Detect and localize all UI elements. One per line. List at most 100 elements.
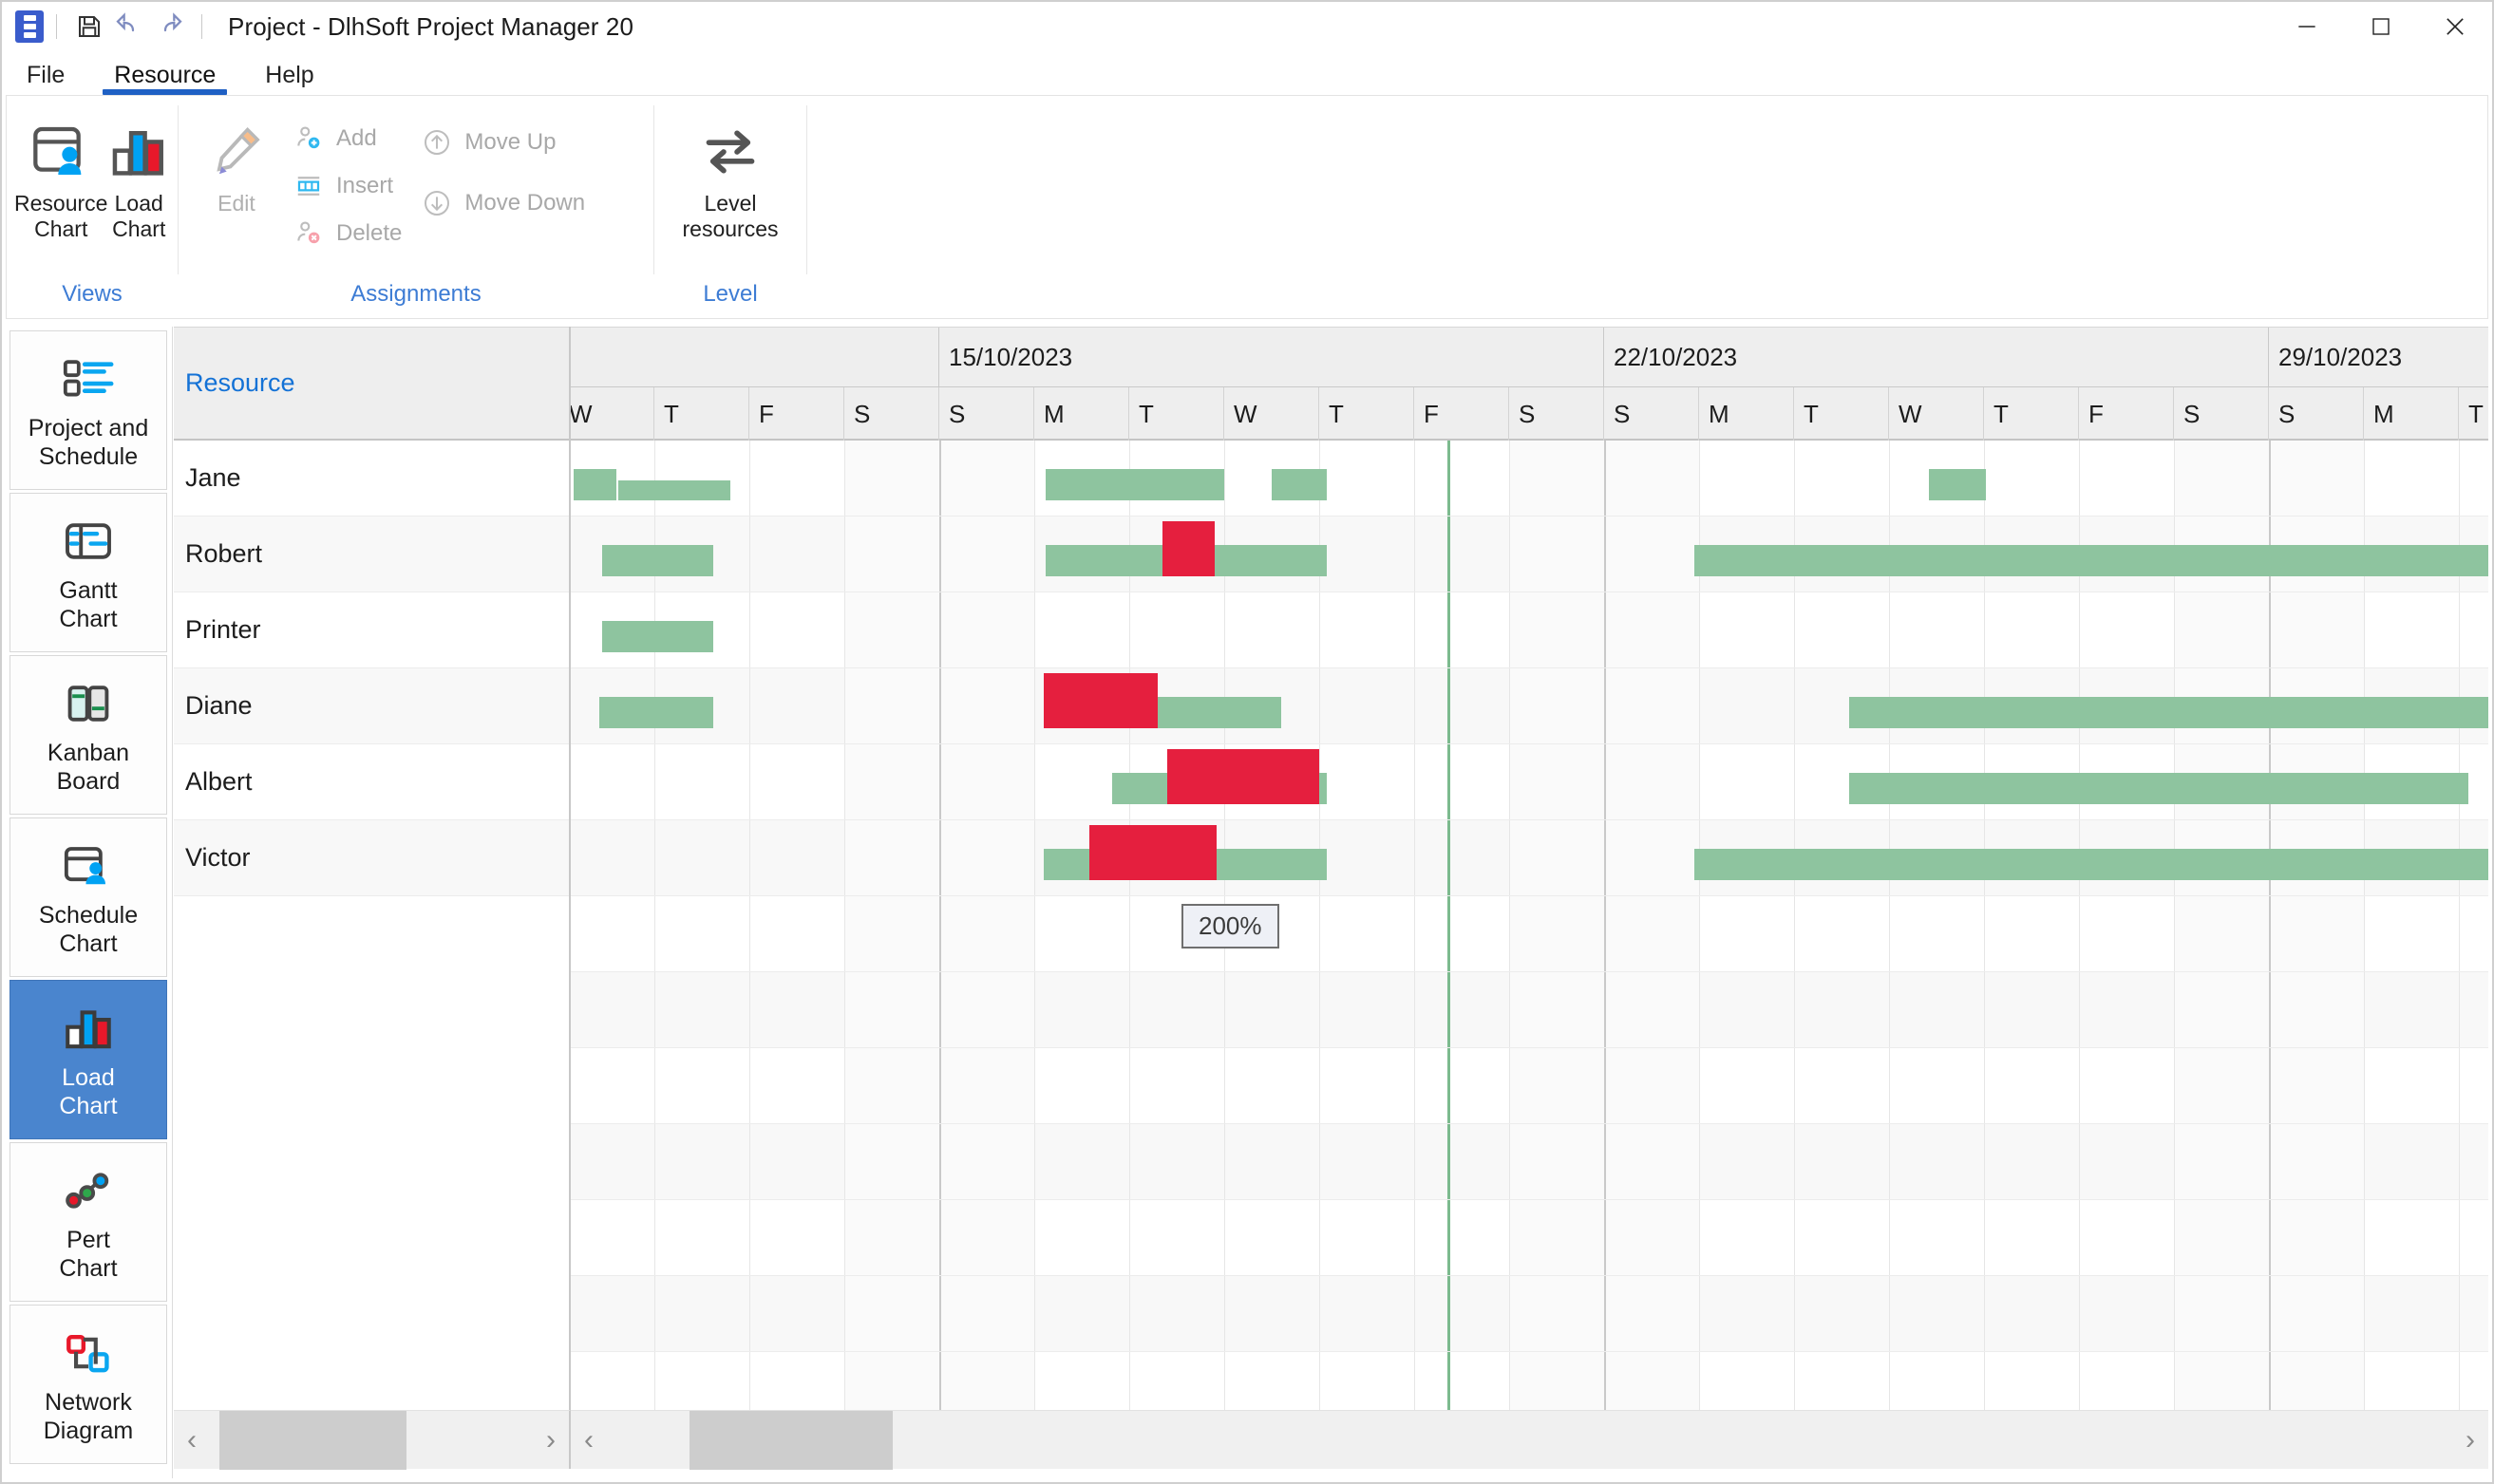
tab-file[interactable]: File [2, 55, 89, 95]
load-bar[interactable] [1272, 469, 1327, 500]
scroll-left-arrow-icon[interactable]: ‹ [571, 1411, 607, 1470]
scroll-right-arrow-icon[interactable]: › [2452, 1411, 2488, 1470]
load-bar[interactable] [1217, 849, 1327, 880]
load-bar[interactable] [1044, 849, 1089, 880]
move-up-button[interactable]: Move Up [415, 124, 598, 160]
resource-name-cell[interactable]: Victor [174, 820, 569, 896]
grid-line [1604, 896, 1606, 971]
sidebar-item-schedule-chart[interactable]: Schedule Chart [9, 817, 167, 977]
sidebar-item-gantt-chart[interactable]: Gantt Chart [9, 493, 167, 652]
name-panel-scrollbar[interactable]: ‹ › [174, 1410, 571, 1470]
weekend-shading [2269, 1200, 2364, 1275]
grid-line [1414, 744, 1415, 819]
resource-name-cell[interactable]: Albert [174, 744, 569, 820]
grid-line [1129, 1352, 1130, 1410]
weekend-shading [2269, 592, 2364, 667]
load-bar[interactable] [1046, 545, 1162, 576]
timeline-scrollbar[interactable]: ‹ › [571, 1410, 2488, 1470]
sidebar-item-network-diagram[interactable]: Network Diagram [9, 1305, 167, 1464]
undo-icon[interactable] [109, 7, 149, 47]
load-bar[interactable] [574, 469, 616, 500]
grid-line [1034, 972, 1035, 1047]
weekend-shading [939, 972, 1034, 1047]
timeline-row-empty [571, 972, 2488, 1048]
grid-line [1509, 1124, 1510, 1199]
load-bar[interactable] [1694, 849, 2488, 880]
load-bar[interactable] [1694, 545, 2488, 576]
grid-line [654, 1352, 655, 1410]
weekend-shading [844, 668, 939, 743]
scroll-left-arrow-icon[interactable]: ‹ [174, 1411, 210, 1470]
resource-name-cell[interactable]: Printer [174, 592, 569, 668]
weekend-shading [939, 1276, 1034, 1351]
load-bar[interactable] [1167, 749, 1319, 804]
scroll-thumb[interactable] [219, 1410, 407, 1470]
scroll-thumb[interactable] [690, 1410, 894, 1470]
tab-resource[interactable]: Resource [89, 55, 240, 95]
sidebar-item-project-and-schedule[interactable]: Project and Schedule [9, 330, 167, 490]
maximize-button[interactable] [2344, 2, 2418, 51]
delete-button[interactable]: Delete [287, 216, 415, 252]
load-bar[interactable] [618, 480, 730, 500]
grid-line [1604, 517, 1606, 592]
level-resources-button[interactable]: Level resources [662, 107, 799, 242]
tab-help[interactable]: Help [240, 55, 338, 95]
load-bar[interactable] [599, 697, 713, 728]
load-bar[interactable] [1849, 697, 2488, 728]
add-button[interactable]: Add [287, 121, 415, 157]
load-bar[interactable] [1158, 697, 1281, 728]
resource-chart-button[interactable]: Resource Chart [14, 107, 107, 242]
save-icon[interactable] [69, 7, 109, 47]
resource-column-header[interactable]: Resource [174, 327, 569, 441]
load-bar[interactable] [1162, 521, 1215, 576]
grid-line [2174, 441, 2175, 516]
scroll-track[interactable] [607, 1410, 2452, 1470]
load-bar[interactable] [1046, 469, 1224, 500]
grid-line [1984, 1048, 1985, 1123]
load-bar[interactable] [602, 621, 713, 652]
scroll-track[interactable] [210, 1410, 533, 1470]
grid-line [1509, 517, 1510, 592]
minimize-button[interactable] [2270, 2, 2344, 51]
day-header-cell: T [2459, 387, 2488, 441]
today-line [1447, 517, 1450, 592]
load-bar[interactable] [1112, 773, 1167, 804]
resource-name-cell[interactable]: Diane [174, 668, 569, 744]
sidebar-item-pert-chart[interactable]: Pert Chart [9, 1142, 167, 1302]
sidebar-item-load-chart[interactable]: Load Chart [9, 980, 167, 1139]
redo-icon[interactable] [149, 7, 189, 47]
grid-line [2459, 441, 2460, 516]
load-bar[interactable] [1849, 773, 2468, 804]
close-button[interactable] [2418, 2, 2492, 51]
sidebar-label-line1: Schedule [38, 902, 139, 929]
grid-line [654, 744, 655, 819]
load-bar[interactable] [1089, 825, 1217, 880]
timeline-row [571, 668, 2488, 744]
grid-line [2269, 1124, 2271, 1199]
grid-line [2269, 972, 2271, 1047]
sidebar-item-kanban-board[interactable]: Kanban Board [9, 655, 167, 815]
weekend-shading [844, 1124, 939, 1199]
grid-line [844, 896, 845, 971]
load-bar[interactable] [1044, 673, 1158, 728]
load-bar[interactable] [1319, 773, 1327, 804]
load-bar[interactable] [602, 545, 713, 576]
delete-label: Delete [336, 220, 403, 246]
grid-line [939, 441, 941, 516]
insert-button[interactable]: Insert [287, 168, 415, 204]
edit-button[interactable]: Edit [186, 107, 287, 216]
weekend-shading [2269, 972, 2364, 1047]
weekend-shading [1604, 668, 1699, 743]
load-chart-button[interactable]: Load Chart [107, 107, 170, 242]
resource-name-cell[interactable]: Robert [174, 517, 569, 592]
grid-line [1509, 1276, 1510, 1351]
weekend-shading [2269, 441, 2364, 516]
weekend-shading [1604, 1048, 1699, 1123]
load-bar[interactable] [1929, 469, 1986, 500]
timeline-header: 15/10/2023 22/10/2023 29/10/2023 W T F S S M T W T… [571, 327, 2488, 441]
load-bar[interactable] [1215, 545, 1327, 576]
resource-name-cell[interactable]: Jane [174, 441, 569, 517]
scroll-right-arrow-icon[interactable]: › [533, 1411, 569, 1470]
move-down-button[interactable]: Move Down [415, 185, 598, 221]
grid-line [2364, 1124, 2365, 1199]
